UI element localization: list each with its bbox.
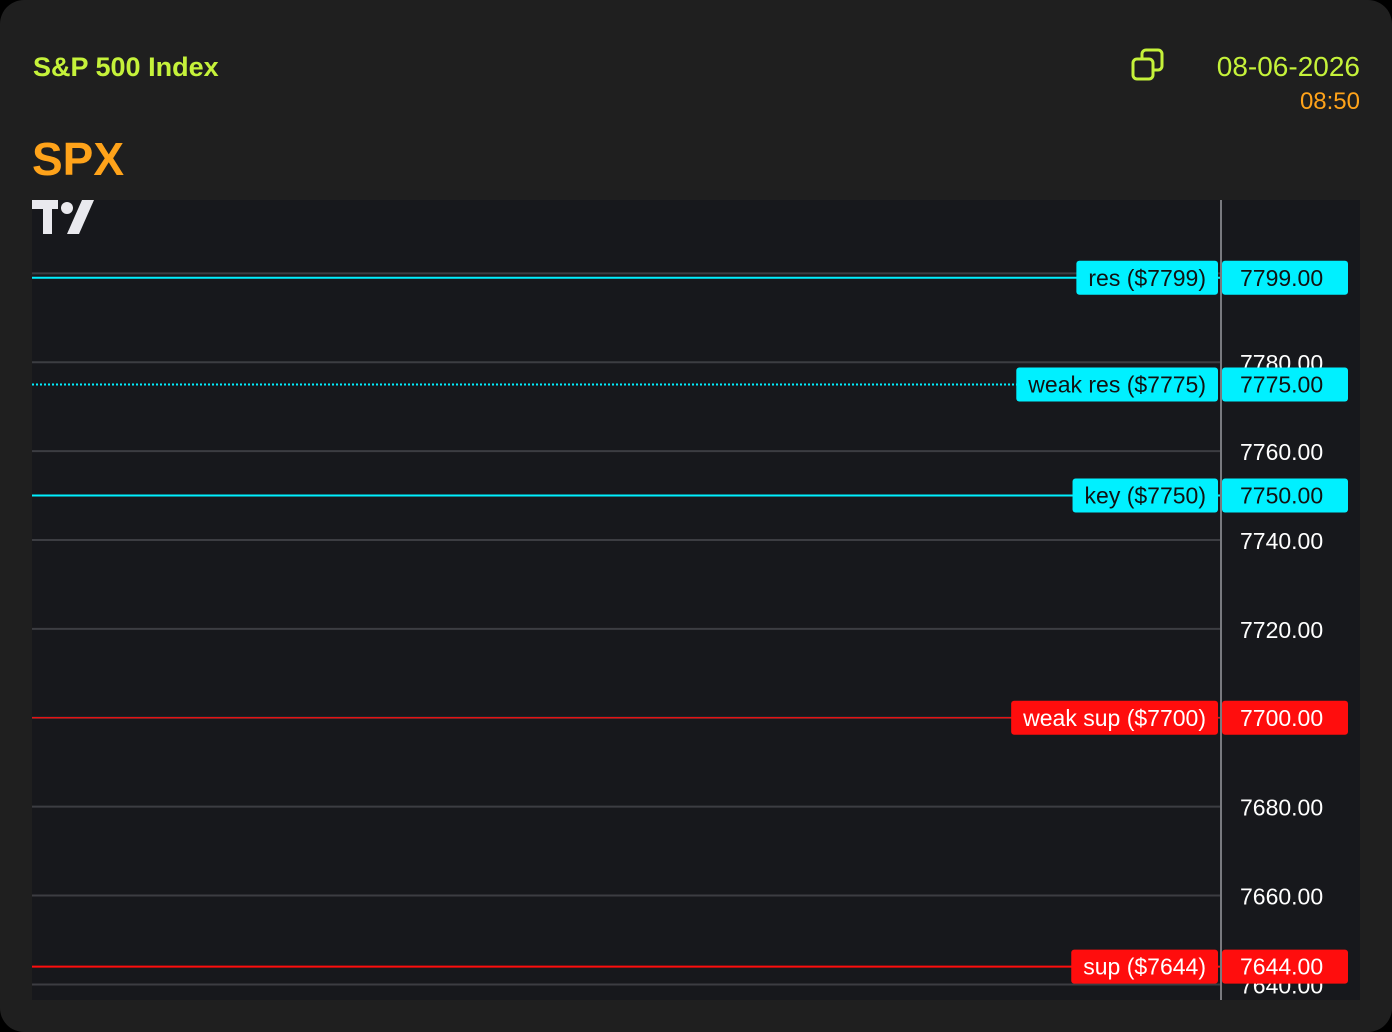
- quote-time: 08:50: [1299, 88, 1360, 115]
- price-chart-svg[interactable]: 7780.007760.007740.007720.007680.007660.…: [32, 200, 1360, 1000]
- price-label: 7799.00: [1240, 265, 1323, 291]
- y-tick-label: 7720.00: [1240, 617, 1323, 643]
- price-label: 7644.00: [1240, 954, 1323, 980]
- price-label: 7775.00: [1240, 371, 1323, 397]
- level-label: key ($7750): [1085, 483, 1206, 509]
- price-chart[interactable]: 7780.00 7760.00 7740.00 7720.00 7680.00 7660.…: [32, 200, 1360, 1000]
- y-tick-label: 7680.00: [1240, 795, 1323, 821]
- ticker-symbol: SPX: [32, 133, 125, 185]
- price-label: 7700.00: [1240, 705, 1323, 731]
- copy-button[interactable]: [1128, 45, 1168, 85]
- level-label: sup ($7644): [1083, 954, 1206, 980]
- y-tick-label: 7760.00: [1240, 439, 1323, 465]
- price-label: 7750.00: [1240, 483, 1323, 509]
- copy-icon: [1131, 48, 1164, 81]
- quote-date: 08-06-2026: [1216, 51, 1360, 82]
- y-tick-label: 7660.00: [1240, 884, 1323, 910]
- index-name: S&P 500 Index: [33, 52, 219, 82]
- chart-card: S&P 500 Index SPX 08-06-2026 08:50 7780.…: [0, 0, 1392, 1032]
- level-label: weak res ($7775): [1027, 371, 1206, 397]
- tradingview-logo-icon: [32, 200, 94, 234]
- level-label: weak sup ($7700): [1022, 705, 1206, 731]
- y-tick-label: 7740.00: [1240, 528, 1323, 554]
- level-label: res ($7799): [1088, 265, 1206, 291]
